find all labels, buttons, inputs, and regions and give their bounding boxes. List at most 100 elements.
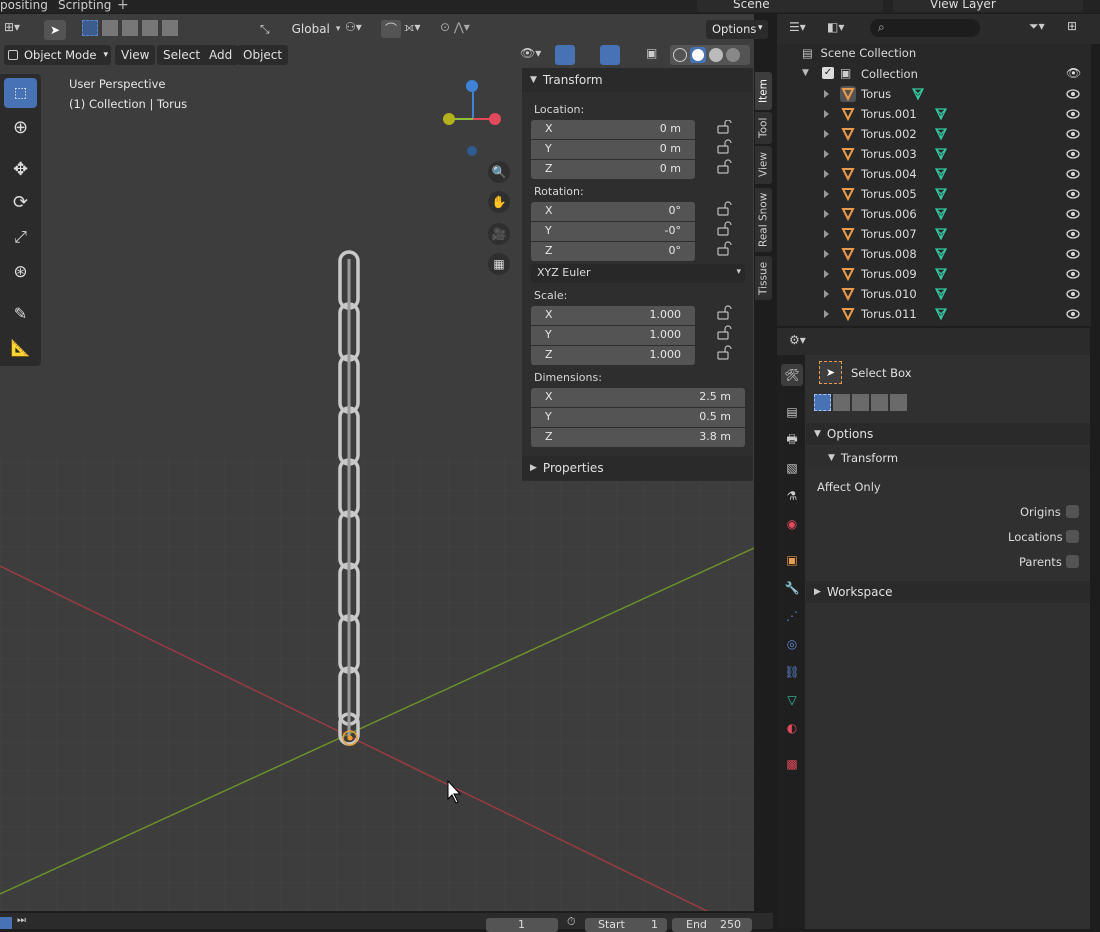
eye-icon[interactable]	[1066, 288, 1080, 302]
expand-arrow-icon[interactable]	[824, 210, 829, 218]
snap-target-dropdown[interactable]: ⟗▾	[404, 20, 421, 35]
eye-icon[interactable]	[1066, 148, 1080, 162]
outliner-item[interactable]: Torus.002	[780, 124, 1088, 144]
selection-mode-buttons[interactable]	[82, 20, 178, 36]
tab-particles[interactable]: ⋰	[781, 605, 803, 627]
tab-real-snow[interactable]: Real Snow	[755, 188, 772, 252]
outliner-collection-row[interactable]: ▼ ✓ ▣ Collection 👁	[780, 64, 1088, 84]
expand-arrow-icon[interactable]	[824, 190, 829, 198]
properties-panel-header[interactable]: ▶ Properties	[522, 456, 753, 480]
editor-type-button[interactable]: ⊞▾	[4, 20, 32, 38]
zoom-button[interactable]: 🔍	[488, 161, 510, 183]
eye-icon[interactable]	[1066, 308, 1080, 322]
collection-checkbox[interactable]: ✓	[822, 67, 834, 79]
gizmo-toggle[interactable]	[555, 45, 575, 65]
rotate-tool[interactable]: ⟳	[4, 187, 37, 217]
eye-icon[interactable]	[1066, 88, 1080, 102]
outliner-item[interactable]: Torus.007	[780, 224, 1088, 244]
location-x-field[interactable]: X0 m	[531, 120, 695, 139]
visibility-dropdown[interactable]: 👁▾	[520, 46, 541, 60]
outliner-item[interactable]: Torus	[780, 84, 1088, 104]
expand-arrow-icon[interactable]	[824, 130, 829, 138]
rotation-mode-dropdown[interactable]: XYZ Euler ▾	[531, 264, 745, 283]
transform-panel-header[interactable]: ▼ Transform	[522, 68, 753, 92]
outliner-search-input[interactable]: ⌕	[870, 19, 980, 37]
tab-constraints[interactable]: ⛓	[781, 661, 803, 683]
outliner-item[interactable]: Torus.003	[780, 144, 1088, 164]
expand-arrow-icon[interactable]	[824, 150, 829, 158]
outliner-item[interactable]: Torus.009	[780, 264, 1088, 284]
dimension-y-field[interactable]: Y 0.5 m	[531, 408, 745, 427]
overlay-toggle[interactable]	[600, 45, 620, 65]
tab-world[interactable]: ◉	[781, 513, 803, 535]
end-frame-field[interactable]: End 250	[672, 918, 752, 932]
tab-tissue[interactable]: Tissue	[755, 256, 772, 300]
expand-arrow-icon[interactable]	[824, 270, 829, 278]
eye-icon[interactable]	[1066, 128, 1080, 142]
eye-icon[interactable]	[1066, 168, 1080, 182]
locations-checkbox[interactable]	[1066, 530, 1079, 543]
rotation-y-field[interactable]: Y -0°	[531, 222, 695, 241]
eye-icon[interactable]	[1066, 188, 1080, 202]
add-menu[interactable]: Add	[203, 45, 239, 65]
move-tool[interactable]: ✥	[4, 154, 37, 184]
tab-physics[interactable]: ◎	[781, 633, 803, 655]
tab-view-layer[interactable]: ▧	[781, 457, 803, 479]
tab-modifiers[interactable]: 🔧	[781, 577, 803, 599]
workspace-tab-compositing[interactable]: positing	[0, 0, 48, 12]
tab-data[interactable]: ▽	[781, 689, 803, 711]
view-layer-selector[interactable]: View Layer	[893, 0, 1083, 12]
new-collection-icon[interactable]: ⊞	[1067, 19, 1077, 33]
lock-icons[interactable]	[715, 120, 735, 370]
pan-button[interactable]: ✋	[488, 191, 510, 213]
tab-view[interactable]: View	[755, 146, 772, 184]
outliner-item[interactable]: Torus.011	[780, 304, 1088, 324]
select-box-tool[interactable]: ⬚	[4, 78, 37, 108]
eye-icon[interactable]	[1066, 108, 1080, 122]
measure-tool[interactable]: 📐	[4, 332, 37, 362]
origins-checkbox[interactable]	[1066, 505, 1079, 518]
scale-x-field[interactable]: X 1.000	[531, 306, 695, 325]
tab-tool[interactable]: Tool	[755, 112, 772, 144]
camera-button[interactable]: 🎥	[488, 223, 510, 245]
scale-z-field[interactable]: Z 1.000	[531, 346, 695, 365]
transform-subpanel-header[interactable]: ▼ Transform	[806, 447, 1090, 469]
cursor-tool[interactable]: ⊕	[4, 112, 37, 142]
tab-render[interactable]: ▤	[781, 401, 803, 423]
outliner-root[interactable]: ▤ Scene Collection	[802, 46, 916, 60]
eye-icon[interactable]	[1066, 248, 1080, 262]
outliner-item[interactable]: Torus.008	[780, 244, 1088, 264]
expand-arrow-icon[interactable]	[824, 230, 829, 238]
expand-arrow-icon[interactable]	[824, 310, 829, 318]
mode-dropdown[interactable]: Object Mode ▾	[4, 45, 111, 65]
eye-icon[interactable]	[1066, 268, 1080, 282]
workspace-panel-header[interactable]: ▶ Workspace	[806, 581, 1090, 603]
properties-editor-type[interactable]: ⚙▾	[789, 333, 806, 347]
rotation-z-field[interactable]: Z 0°	[531, 242, 695, 261]
tab-item[interactable]: Item	[755, 72, 772, 110]
location-z-field[interactable]: Z0 m	[531, 160, 695, 179]
shading-buttons[interactable]	[670, 45, 750, 65]
parents-checkbox[interactable]	[1066, 555, 1079, 568]
annotate-tool[interactable]: ✎	[4, 298, 37, 328]
orientation-dropdown[interactable]: ⤡ Global ▾	[260, 20, 340, 38]
scene-selector[interactable]: Scene	[697, 0, 883, 12]
tab-object[interactable]: ▣	[781, 549, 803, 571]
display-mode-dropdown[interactable]: ◧▾	[827, 20, 844, 34]
dimension-x-field[interactable]: X 2.5 m	[531, 388, 745, 407]
options-button[interactable]: Options ▾	[706, 20, 768, 39]
expand-arrow-icon[interactable]	[824, 170, 829, 178]
eye-icon[interactable]: 👁	[1066, 66, 1081, 80]
outliner-item[interactable]: Torus.005	[780, 184, 1088, 204]
start-frame-field[interactable]: Start 1	[585, 918, 667, 932]
eye-icon[interactable]	[1066, 208, 1080, 222]
options-panel-header[interactable]: ▼ Options	[806, 423, 1090, 445]
view-menu[interactable]: View	[115, 45, 156, 65]
scale-y-field[interactable]: Y 1.000	[531, 326, 695, 345]
workspace-tab-scripting[interactable]: Scripting	[58, 0, 111, 12]
eye-icon[interactable]	[1066, 228, 1080, 242]
outliner-editor-type[interactable]: ☰▾	[789, 20, 806, 34]
tab-material[interactable]: ◐	[781, 717, 803, 739]
transform-tool[interactable]: ⊛	[4, 257, 37, 287]
snap-toggle[interactable]: ⌒	[381, 20, 401, 38]
